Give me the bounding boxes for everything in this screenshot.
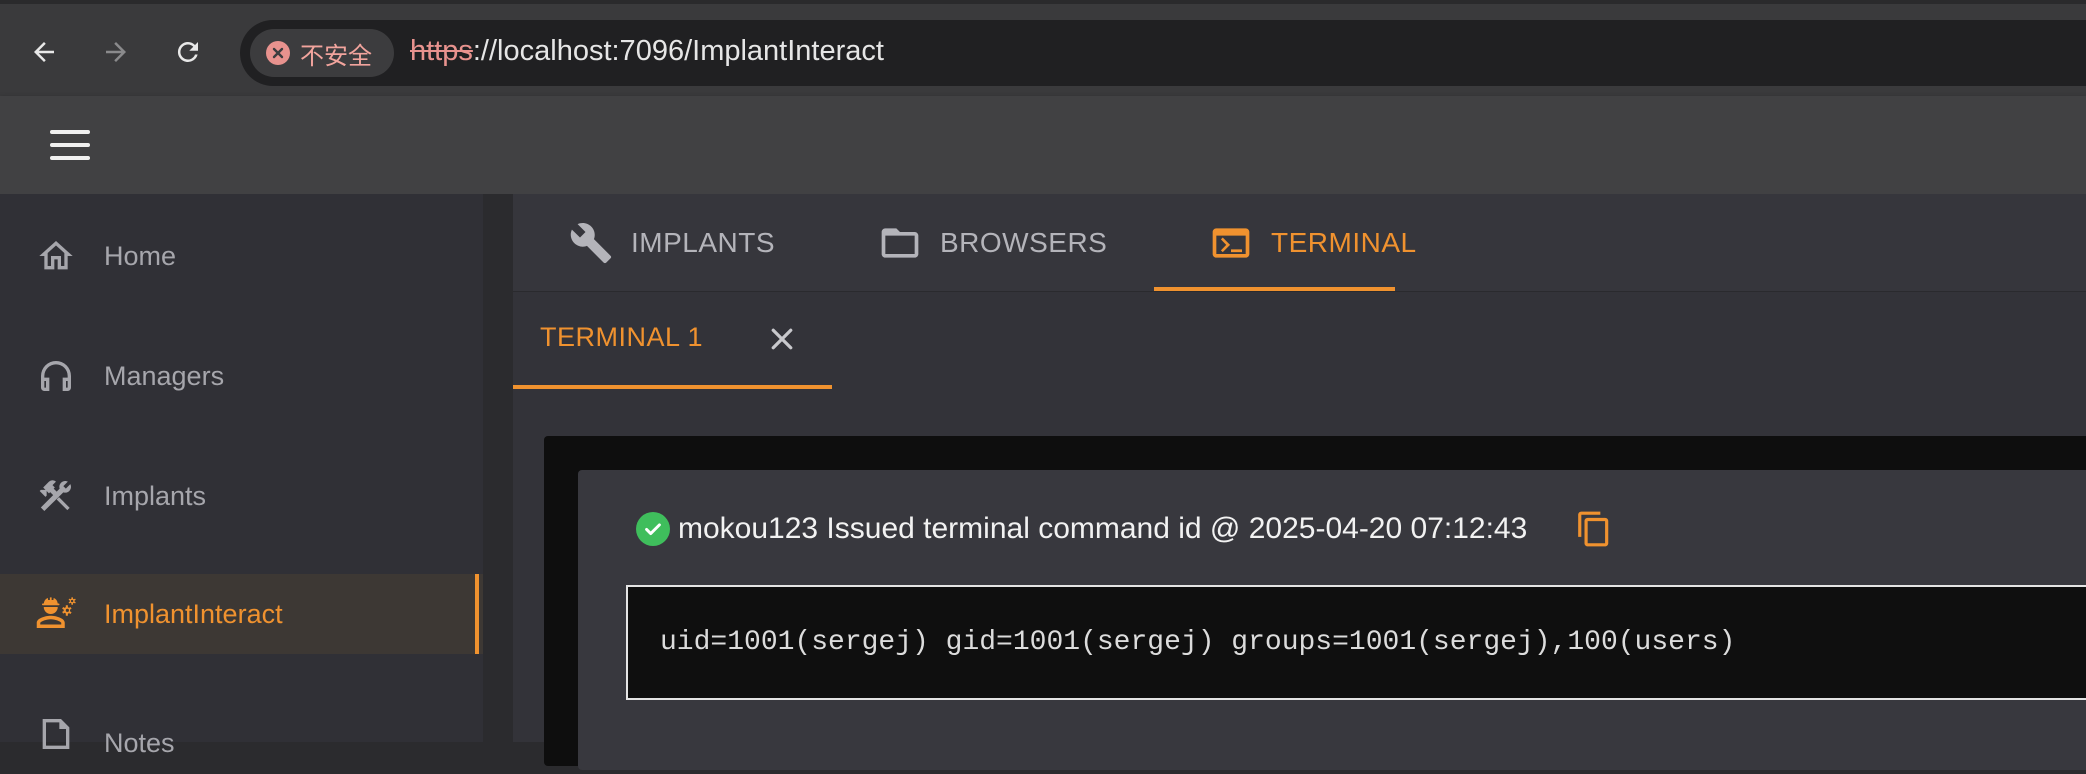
tab-browsers[interactable]: BROWSERS bbox=[878, 194, 1107, 292]
terminal-tab-bar: TERMINAL 1 bbox=[513, 292, 2086, 388]
tab-label: TERMINAL bbox=[1271, 227, 1417, 258]
check-circle-icon bbox=[636, 512, 670, 546]
tab-active-indicator bbox=[1154, 287, 1395, 291]
tab-label: BROWSERS bbox=[940, 227, 1108, 258]
sidebar: Home Managers Implants ImplantInteract N… bbox=[0, 194, 483, 758]
arrow-left-icon bbox=[34, 42, 54, 62]
terminal-tab-indicator bbox=[513, 385, 832, 389]
sidebar-item-label: Home bbox=[104, 240, 177, 271]
url-path: ://localhost:7096/ImplantInteract bbox=[472, 35, 884, 67]
address-bar[interactable]: 不安全 https://localhost:7096/ImplantIntera… bbox=[240, 20, 2086, 86]
tab-label: IMPLANTS bbox=[631, 227, 776, 258]
headphones-icon bbox=[34, 354, 78, 398]
sidebar-item-implantinteract[interactable]: ImplantInteract bbox=[0, 574, 483, 654]
tab-implants[interactable]: IMPLANTS bbox=[569, 194, 775, 292]
command-card: mokou123 Issued terminal command id @ 20… bbox=[578, 470, 2086, 770]
tab-terminal-1[interactable]: TERMINAL 1 bbox=[513, 292, 833, 388]
sidebar-divider bbox=[483, 194, 513, 742]
url-scheme: https bbox=[410, 35, 473, 67]
note-icon bbox=[34, 712, 78, 756]
terminal-panel: mokou123 Issued terminal command id @ 20… bbox=[544, 436, 2086, 770]
reload-icon bbox=[177, 41, 198, 62]
sidebar-item-managers[interactable]: Managers bbox=[0, 336, 483, 416]
sidebar-item-notes[interactable]: Notes bbox=[0, 694, 483, 774]
output-text: uid=1001(sergej) gid=1001(sergej) groups… bbox=[660, 627, 1736, 658]
terminal-icon bbox=[1209, 221, 1253, 265]
wrench-icon bbox=[569, 221, 613, 265]
reload-button[interactable] bbox=[166, 30, 210, 74]
sidebar-item-label: Notes bbox=[104, 728, 175, 758]
close-icon[interactable] bbox=[763, 320, 801, 358]
sidebar-item-home[interactable]: Home bbox=[0, 216, 483, 296]
url-text[interactable]: https://localhost:7096/ImplantInteract bbox=[410, 35, 884, 68]
tab-bar: IMPLANTS BROWSERS TERMINAL bbox=[513, 194, 2086, 292]
back-button[interactable] bbox=[22, 30, 66, 74]
forward-button[interactable] bbox=[94, 30, 138, 74]
copy-icon[interactable] bbox=[1575, 508, 1613, 550]
terminal-tab-label: TERMINAL 1 bbox=[540, 322, 704, 352]
browser-toolbar: 不安全 https://localhost:7096/ImplantIntera… bbox=[0, 0, 2086, 96]
command-text: mokou123 Issued terminal command id @ 20… bbox=[678, 512, 1528, 545]
warning-icon bbox=[266, 41, 290, 65]
sidebar-item-label: Managers bbox=[104, 360, 225, 391]
security-indicator[interactable]: 不安全 bbox=[250, 29, 394, 77]
folder-icon bbox=[878, 221, 922, 265]
security-label: 不安全 bbox=[300, 42, 372, 70]
hamburger-menu-icon[interactable] bbox=[50, 128, 90, 162]
tab-terminal[interactable]: TERMINAL bbox=[1209, 194, 1417, 292]
main-content: IMPLANTS BROWSERS TERMINAL TERMINAL 1 mo… bbox=[513, 194, 2086, 770]
app-bar bbox=[0, 96, 2086, 194]
command-header: mokou123 Issued terminal command id @ 20… bbox=[636, 504, 1613, 554]
sidebar-item-implants[interactable]: Implants bbox=[0, 456, 483, 536]
tools-icon bbox=[34, 474, 78, 518]
sidebar-item-label: ImplantInteract bbox=[104, 598, 283, 629]
sidebar-item-label: Implants bbox=[104, 480, 207, 511]
command-output: uid=1001(sergej) gid=1001(sergej) groups… bbox=[626, 585, 2086, 700]
home-icon bbox=[34, 234, 78, 278]
user-gear-icon bbox=[34, 592, 78, 636]
arrow-right-icon bbox=[106, 42, 126, 62]
